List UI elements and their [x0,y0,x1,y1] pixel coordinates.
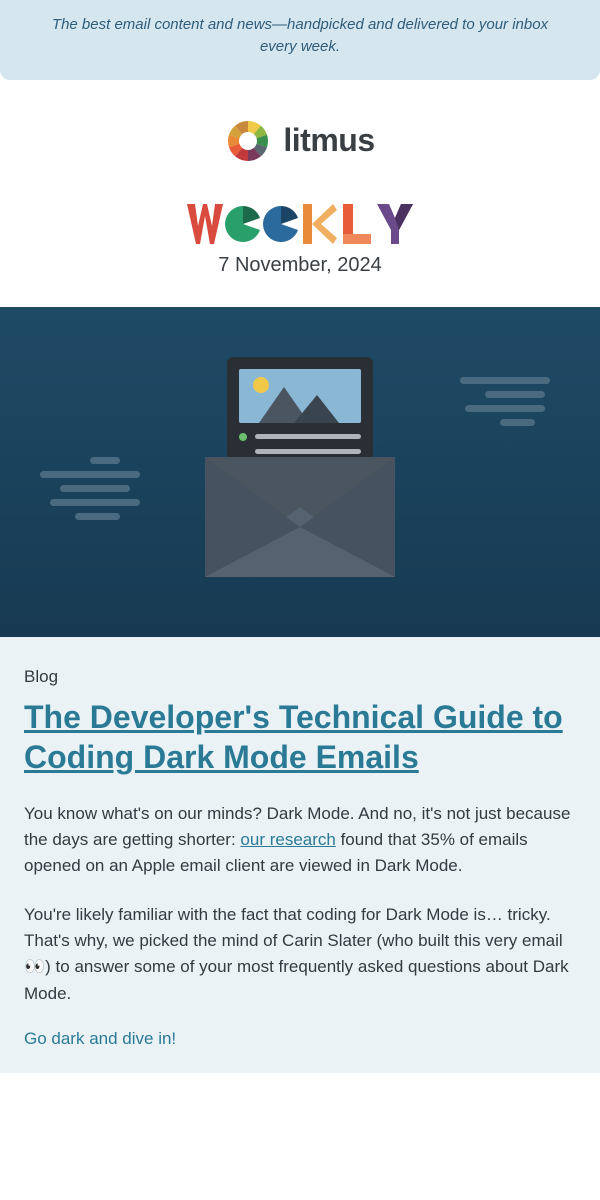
letter-l [339,204,375,244]
article-paragraph-2: You're likely familiar with the fact tha… [24,902,576,1007]
sun-icon [253,377,269,393]
article-paragraph-1: You know what's on our minds? Dark Mode.… [24,801,576,880]
paper-image-placeholder [239,369,361,423]
research-link[interactable]: our research [240,830,335,849]
letter-e [225,204,261,244]
litmus-logo-icon [225,118,271,164]
article-cta-link[interactable]: Go dark and dive in! [24,1029,576,1049]
weekly-wordmark [0,204,600,244]
cloud-decoration [40,457,140,527]
letter-w [187,204,223,244]
cloud-decoration [460,377,550,433]
letter-y [377,204,413,244]
tagline-bar: The best email content and news—handpick… [0,0,600,80]
logo-row: litmus [0,118,600,164]
article-category: Blog [24,667,576,687]
envelope-icon [205,457,395,577]
article-title-link[interactable]: The Developer's Technical Guide to Codin… [24,697,576,777]
tagline-text: The best email content and news—handpick… [52,16,548,55]
article-block: Blog The Developer's Technical Guide to … [0,637,600,1073]
hero-image [0,307,600,637]
envelope-illustration [205,357,395,587]
letter-k [301,204,337,244]
letter-e-2 [263,204,299,244]
header: litmus 7 November, 2024 [0,80,600,307]
issue-date: 7 November, 2024 [0,254,600,277]
brand-name: litmus [283,122,374,159]
